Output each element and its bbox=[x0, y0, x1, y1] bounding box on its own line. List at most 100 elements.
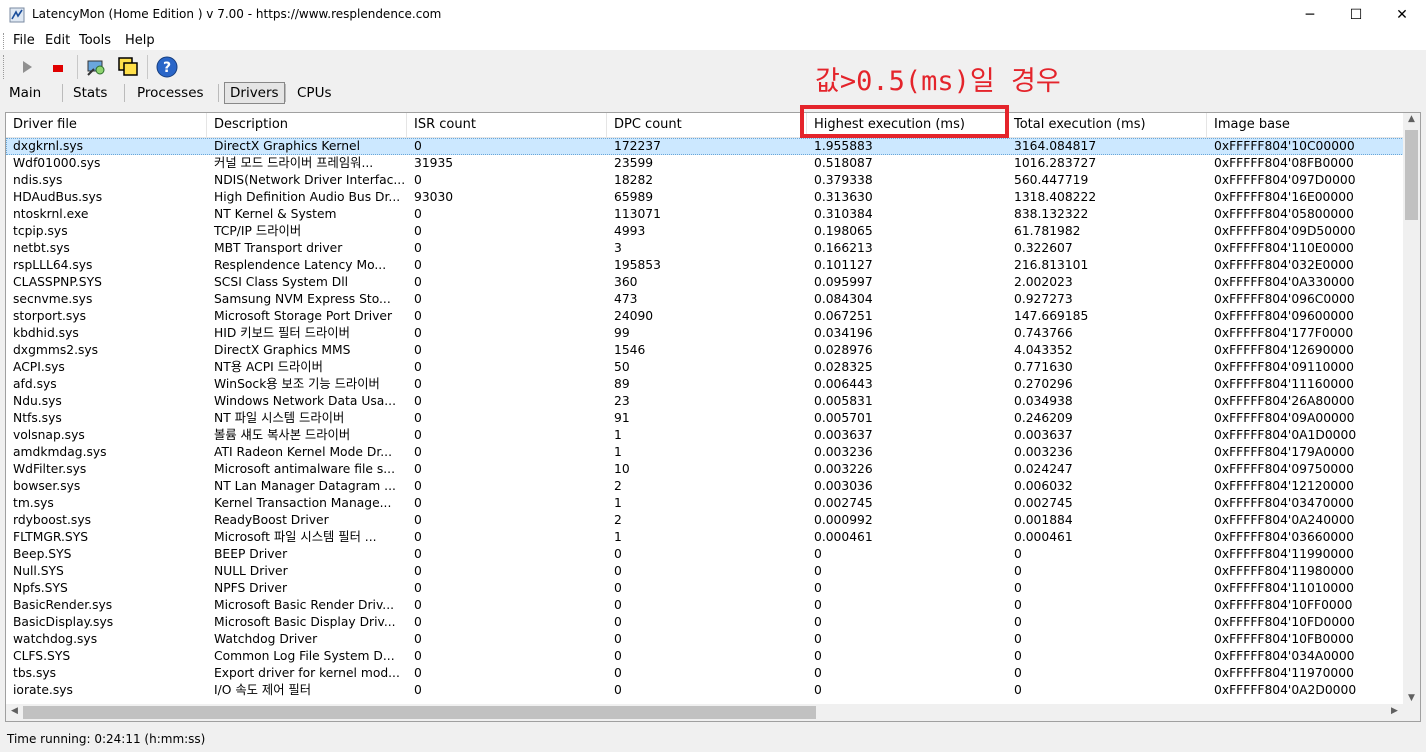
table-row[interactable]: kbdhid.sys HID 키보드 필터 드라이버 0 99 0.034196 0.74… bbox=[6, 325, 1404, 342]
cell-description: Kernel Transaction Manage... bbox=[214, 496, 392, 510]
cell-description: ATI Radeon Kernel Mode Dr... bbox=[214, 445, 392, 459]
table-row[interactable]: BasicDisplay.sys Microsoft Basic Display … bbox=[6, 614, 1404, 631]
cell-dpc-count: 0 bbox=[614, 666, 622, 680]
cell-image-base: 0xFFFFF804'12690000 bbox=[1214, 343, 1354, 357]
table-row[interactable]: Wdf01000.sys 커널 모드 드라이버 프레임워... 31935 23599… bbox=[6, 155, 1404, 172]
table-row[interactable]: tbs.sys Export driver for kernel mod... 0 0… bbox=[6, 665, 1404, 682]
table-row[interactable]: volsnap.sys 볼륨 섀도 복사본 드라이버 0 1 0.003637 0.003… bbox=[6, 427, 1404, 444]
column-isr-count[interactable]: ISR count bbox=[407, 113, 607, 137]
table-row[interactable]: Null.SYS NULL Driver 0 0 0 0 0xFFFFF804'119800… bbox=[6, 563, 1404, 580]
cell-description: Microsoft Basic Render Driv... bbox=[214, 598, 395, 612]
column-dpc-count[interactable]: DPC count bbox=[607, 113, 807, 137]
cell-dpc-count: 4993 bbox=[614, 224, 646, 238]
table-row[interactable]: iorate.sys I/O 속도 제어 필터 0 0 0 0 0xFFFFF804'0A2… bbox=[6, 682, 1404, 699]
menu-tools[interactable]: Tools bbox=[79, 33, 111, 48]
status-bar: Time running: 0:24:11 (h:mm:ss) bbox=[0, 724, 1426, 752]
windows-button[interactable] bbox=[116, 55, 140, 79]
minimize-button[interactable]: ─ bbox=[1287, 0, 1333, 30]
table-row[interactable]: tcpip.sys TCP/IP 드라이버 0 4993 0.198065 61.7819… bbox=[6, 223, 1404, 240]
scroll-down-arrow-icon[interactable]: ▼ bbox=[1403, 693, 1420, 703]
time-running-label: Time running: 0:24:11 (h:mm:ss) bbox=[7, 732, 206, 746]
cell-description: 볼륨 섀도 복사본 드라이버 bbox=[214, 428, 351, 442]
app-icon bbox=[9, 7, 25, 23]
cell-highest-execution: 0.000992 bbox=[814, 513, 873, 527]
cell-total-execution: 0.322607 bbox=[1014, 241, 1073, 255]
scroll-up-arrow-icon[interactable]: ▲ bbox=[1403, 114, 1420, 124]
scroll-right-arrow-icon[interactable]: ▶ bbox=[1386, 706, 1403, 716]
cell-total-execution: 147.669185 bbox=[1014, 309, 1089, 323]
table-row[interactable]: ndis.sys NDIS(Network Driver Interfac... 0… bbox=[6, 172, 1404, 189]
cell-dpc-count: 0 bbox=[614, 547, 622, 561]
table-row[interactable]: HDAudBus.sys High Definition Audio Bus Dr… bbox=[6, 189, 1404, 206]
column-driver-file[interactable]: Driver file bbox=[6, 113, 207, 137]
cell-isr-count: 0 bbox=[414, 581, 422, 595]
table-row[interactable]: CLASSPNP.SYS SCSI Class System Dll 0 360 0.0… bbox=[6, 274, 1404, 291]
horizontal-scrollbar[interactable]: ◀ ▶ bbox=[6, 704, 1403, 721]
tab-stats[interactable]: Stats bbox=[68, 83, 112, 103]
tab-cpus[interactable]: CPUs bbox=[292, 83, 336, 103]
horizontal-scroll-thumb[interactable] bbox=[23, 706, 816, 719]
cell-description: Microsoft antimalware file s... bbox=[214, 462, 395, 476]
cell-isr-count: 0 bbox=[414, 411, 422, 425]
cell-highest-execution: 0 bbox=[814, 649, 822, 663]
table-row[interactable]: rdyboost.sys ReadyBoost Driver 0 2 0.000992 0… bbox=[6, 512, 1404, 529]
table-row[interactable]: tm.sys Kernel Transaction Manage... 0 1 0.00… bbox=[6, 495, 1404, 512]
cell-description: NT Kernel & System bbox=[214, 207, 337, 221]
table-row[interactable]: afd.sys WinSock용 보조 기능 드라이버 0 89 0.006443 0.2… bbox=[6, 376, 1404, 393]
table-row[interactable]: netbt.sys MBT Transport driver 0 3 0.166213 0… bbox=[6, 240, 1404, 257]
stop-button[interactable] bbox=[46, 55, 70, 79]
cell-description: NT 파일 시스템 드라이버 bbox=[214, 411, 345, 425]
table-row[interactable]: watchdog.sys Watchdog Driver 0 0 0 0 0xFFFFF80… bbox=[6, 631, 1404, 648]
cell-dpc-count: 23599 bbox=[614, 156, 654, 170]
tab-drivers[interactable]: Drivers bbox=[224, 82, 285, 104]
cell-total-execution: 0 bbox=[1014, 649, 1022, 663]
cell-isr-count: 0 bbox=[414, 428, 422, 442]
table-row[interactable]: ACPI.sys NT용 ACPI 드라이버 0 50 0.028325 0.771630… bbox=[6, 359, 1404, 376]
table-row[interactable]: ntoskrnl.exe NT Kernel & System 0 113071 0.3… bbox=[6, 206, 1404, 223]
table-row[interactable]: dxgkrnl.sys DirectX Graphics Kernel 0 17223… bbox=[6, 138, 1404, 155]
drivers-table: Driver file Description ISR count DPC co… bbox=[5, 112, 1421, 722]
column-description[interactable]: Description bbox=[207, 113, 407, 137]
cell-description: Microsoft Storage Port Driver bbox=[214, 309, 393, 323]
cell-image-base: 0xFFFFF804'0A1D0000 bbox=[1214, 428, 1357, 442]
table-row[interactable]: Npfs.SYS NPFS Driver 0 0 0 0 0xFFFFF804'110100… bbox=[6, 580, 1404, 597]
cell-image-base: 0xFFFFF804'11010000 bbox=[1214, 581, 1354, 595]
table-row[interactable]: WdFilter.sys Microsoft antimalware file s… bbox=[6, 461, 1404, 478]
maximize-button[interactable]: ☐ bbox=[1333, 0, 1379, 30]
cell-image-base: 0xFFFFF804'10FD0000 bbox=[1214, 615, 1355, 629]
table-row[interactable]: Ndu.sys Windows Network Data Usa... 0 23 0.0… bbox=[6, 393, 1404, 410]
column-image-base[interactable]: Image base bbox=[1207, 113, 1406, 137]
column-total-execution[interactable]: Total execution (ms) bbox=[1007, 113, 1207, 137]
cell-image-base: 0xFFFFF804'10FF0000 bbox=[1214, 598, 1353, 612]
tab-processes[interactable]: Processes bbox=[132, 83, 209, 103]
analyze-button[interactable] bbox=[84, 55, 108, 79]
table-row[interactable]: secnvme.sys Samsung NVM Express Sto... 0 47… bbox=[6, 291, 1404, 308]
table-row[interactable]: CLFS.SYS Common Log File System D... 0 0 0 0 0… bbox=[6, 648, 1404, 665]
table-row[interactable]: storport.sys Microsoft Storage Port Drive… bbox=[6, 308, 1404, 325]
menu-file[interactable]: File bbox=[13, 33, 35, 48]
vertical-scroll-thumb[interactable] bbox=[1405, 130, 1418, 220]
help-button[interactable]: ? bbox=[155, 55, 179, 79]
tab-main[interactable]: Main bbox=[4, 83, 46, 103]
table-row[interactable]: bowser.sys NT Lan Manager Datagram ... 0 2 0… bbox=[6, 478, 1404, 495]
table-row[interactable]: dxgmms2.sys DirectX Graphics MMS 0 1546 0.02… bbox=[6, 342, 1404, 359]
cell-total-execution: 0.003236 bbox=[1014, 445, 1073, 459]
cell-highest-execution: 0.005701 bbox=[814, 411, 873, 425]
cell-isr-count: 0 bbox=[414, 547, 422, 561]
close-button[interactable]: ✕ bbox=[1379, 0, 1425, 30]
cell-isr-count: 0 bbox=[414, 666, 422, 680]
menu-edit[interactable]: Edit bbox=[45, 33, 70, 48]
cell-highest-execution: 0.518087 bbox=[814, 156, 873, 170]
scroll-left-arrow-icon[interactable]: ◀ bbox=[6, 706, 23, 716]
table-row[interactable]: rspLLL64.sys Resplendence Latency Mo... 0 1… bbox=[6, 257, 1404, 274]
table-row[interactable]: FLTMGR.SYS Microsoft 파일 시스템 필터 ... 0 1 0.000… bbox=[6, 529, 1404, 546]
cell-description: NULL Driver bbox=[214, 564, 288, 578]
cell-driver-file: BasicDisplay.sys bbox=[13, 615, 114, 629]
menu-help[interactable]: Help bbox=[125, 33, 155, 48]
start-button[interactable] bbox=[15, 55, 39, 79]
vertical-scrollbar[interactable]: ▲ ▼ bbox=[1403, 113, 1420, 704]
table-row[interactable]: Ntfs.sys NT 파일 시스템 드라이버 0 91 0.005701 0.24620… bbox=[6, 410, 1404, 427]
table-row[interactable]: BasicRender.sys Microsoft Basic Render Dr… bbox=[6, 597, 1404, 614]
table-row[interactable]: Beep.SYS BEEP Driver 0 0 0 0 0xFFFFF804'119900… bbox=[6, 546, 1404, 563]
table-row[interactable]: amdkmdag.sys ATI Radeon Kernel Mode Dr...… bbox=[6, 444, 1404, 461]
